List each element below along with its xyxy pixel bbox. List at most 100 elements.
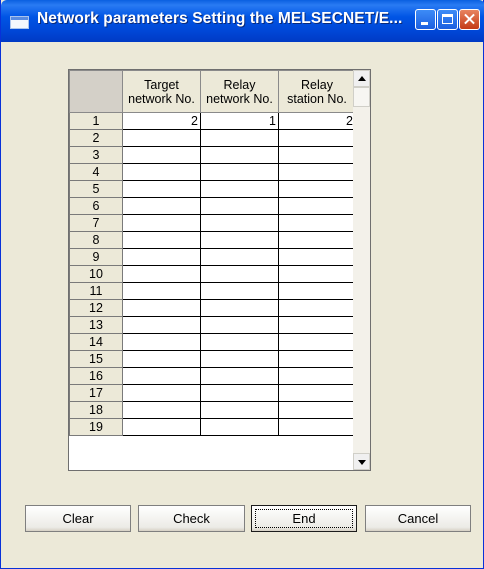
- table-cell[interactable]: [122, 146, 201, 164]
- table-cell[interactable]: [200, 248, 279, 266]
- clear-button[interactable]: Clear: [25, 505, 131, 532]
- table-cell[interactable]: [278, 163, 356, 181]
- end-button[interactable]: End: [251, 505, 357, 532]
- table-row: 8: [69, 231, 356, 249]
- row-number: 19: [69, 418, 123, 436]
- row-number: 6: [69, 197, 123, 215]
- table-cell[interactable]: [122, 418, 201, 436]
- maximize-button[interactable]: [437, 9, 458, 30]
- table-cell[interactable]: [122, 214, 201, 232]
- column-header-target[interactable]: Target network No.: [122, 70, 201, 113]
- table-cell[interactable]: 1: [200, 112, 279, 130]
- table-cell[interactable]: [122, 180, 201, 198]
- close-button[interactable]: [459, 9, 480, 30]
- row-number: 2: [69, 129, 123, 147]
- cancel-button[interactable]: Cancel: [365, 505, 471, 532]
- table-cell[interactable]: [122, 197, 201, 215]
- maximize-icon: [442, 14, 453, 24]
- table-cell[interactable]: [278, 418, 356, 436]
- table-row: 19: [69, 418, 356, 436]
- table-cell[interactable]: 2: [278, 112, 356, 130]
- table-cell[interactable]: [200, 333, 279, 351]
- scroll-down-button[interactable]: [353, 453, 370, 470]
- table-cell[interactable]: [200, 197, 279, 215]
- window-icon: [10, 16, 29, 29]
- table-row: 11: [69, 282, 356, 300]
- check-button[interactable]: Check: [138, 505, 245, 532]
- table-row: 1212: [69, 112, 356, 130]
- table-cell[interactable]: 2: [122, 112, 201, 130]
- table-cell[interactable]: [200, 367, 279, 385]
- table-cell[interactable]: [278, 333, 356, 351]
- table-row: 16: [69, 367, 356, 385]
- table-cell[interactable]: [200, 282, 279, 300]
- row-number: 17: [69, 384, 123, 402]
- table-cell[interactable]: [278, 180, 356, 198]
- table-cell[interactable]: [278, 197, 356, 215]
- table-cell[interactable]: [200, 231, 279, 249]
- table-cell[interactable]: [278, 401, 356, 419]
- table-row: 15: [69, 350, 356, 368]
- scroll-thumb[interactable]: [353, 87, 370, 107]
- row-number: 18: [69, 401, 123, 419]
- table-cell[interactable]: [278, 129, 356, 147]
- table-cell[interactable]: [278, 384, 356, 402]
- table-row: 12: [69, 299, 356, 317]
- table-cell[interactable]: [278, 265, 356, 283]
- table-cell[interactable]: [278, 231, 356, 249]
- table-row: 18: [69, 401, 356, 419]
- row-number: 13: [69, 316, 123, 334]
- table-cell[interactable]: [278, 316, 356, 334]
- table-row: 4: [69, 163, 356, 181]
- vertical-scrollbar[interactable]: [353, 70, 370, 470]
- table-row: 2: [69, 129, 356, 147]
- arrow-down-icon: [358, 460, 366, 465]
- routing-grid: Target network No. Relay network No. Relay…: [69, 70, 356, 436]
- table-cell[interactable]: [278, 214, 356, 232]
- table-cell[interactable]: [122, 333, 201, 351]
- row-number: 9: [69, 248, 123, 266]
- table-cell[interactable]: [122, 129, 201, 147]
- table-cell[interactable]: [122, 367, 201, 385]
- table-row: 14: [69, 333, 356, 351]
- table-cell[interactable]: [122, 401, 201, 419]
- table-cell[interactable]: [200, 316, 279, 334]
- table-cell[interactable]: [122, 350, 201, 368]
- column-header-relay-network[interactable]: Relay network No.: [200, 70, 279, 113]
- column-header-relay-station[interactable]: Relay station No.: [278, 70, 356, 113]
- table-cell[interactable]: [122, 316, 201, 334]
- table-row: 6: [69, 197, 356, 215]
- title-bar[interactable]: Network parameters Setting the MELSECNET…: [1, 0, 484, 42]
- focus-rect: [255, 509, 353, 528]
- table-cell[interactable]: [278, 299, 356, 317]
- table-row: 5: [69, 180, 356, 198]
- table-cell[interactable]: [200, 418, 279, 436]
- dialog-window: Network parameters Setting the MELSECNET…: [0, 0, 484, 569]
- table-cell[interactable]: [122, 282, 201, 300]
- table-cell[interactable]: [278, 248, 356, 266]
- table-cell[interactable]: [122, 163, 201, 181]
- table-cell[interactable]: [200, 299, 279, 317]
- minimize-button[interactable]: [415, 9, 436, 30]
- table-cell[interactable]: [200, 350, 279, 368]
- table-cell[interactable]: [122, 231, 201, 249]
- table-cell[interactable]: [200, 129, 279, 147]
- table-cell[interactable]: [200, 214, 279, 232]
- row-number: 11: [69, 282, 123, 300]
- table-cell[interactable]: [200, 180, 279, 198]
- table-cell[interactable]: [278, 367, 356, 385]
- row-number: 5: [69, 180, 123, 198]
- table-cell[interactable]: [200, 163, 279, 181]
- table-cell[interactable]: [200, 146, 279, 164]
- table-cell[interactable]: [122, 265, 201, 283]
- table-cell[interactable]: [122, 248, 201, 266]
- table-cell[interactable]: [200, 265, 279, 283]
- table-cell[interactable]: [278, 282, 356, 300]
- table-cell[interactable]: [278, 146, 356, 164]
- table-cell[interactable]: [278, 350, 356, 368]
- table-cell[interactable]: [200, 401, 279, 419]
- table-cell[interactable]: [200, 384, 279, 402]
- scroll-up-button[interactable]: [353, 70, 370, 87]
- table-cell[interactable]: [122, 384, 201, 402]
- table-cell[interactable]: [122, 299, 201, 317]
